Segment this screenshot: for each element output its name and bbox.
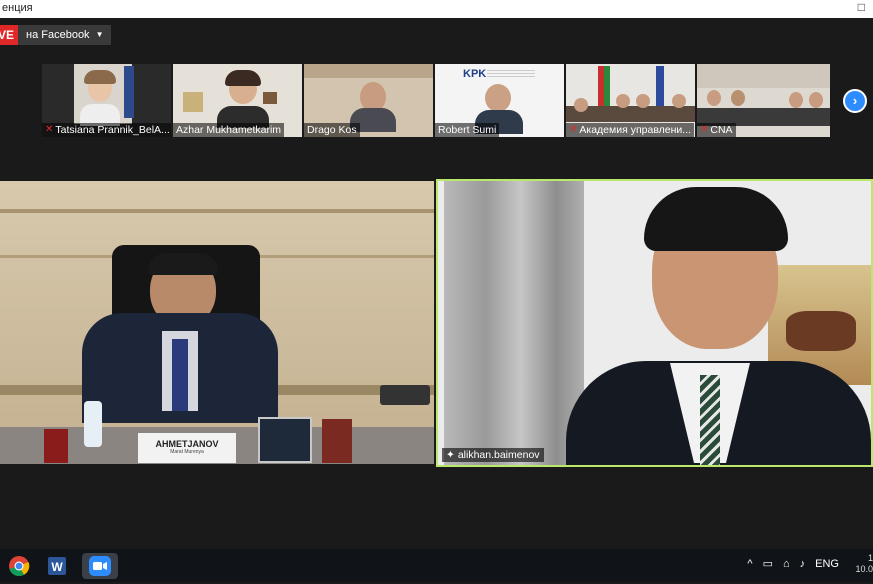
language-indicator[interactable]: ENG xyxy=(815,558,839,570)
taskbar: W ^ ▭ ⌂ ♪ ENG 1 10.0 xyxy=(0,549,873,582)
kpk-logo: KPK xyxy=(463,68,487,80)
maximize-button[interactable]: □ xyxy=(858,0,865,14)
svg-text:W: W xyxy=(51,560,63,574)
speaker-icon[interactable]: ♪ xyxy=(800,558,806,570)
chevron-down-icon: ▼ xyxy=(95,30,104,39)
participant-tile[interactable]: ✕ CNA xyxy=(697,64,830,137)
next-page-button[interactable]: › xyxy=(843,89,867,113)
speaker-name: alikhan.baimenov xyxy=(457,449,540,461)
participant-name-tag: ✕ CNA xyxy=(697,123,736,137)
video-tile-left[interactable]: AHMETJANOV Marat Murenya xyxy=(0,181,434,464)
live-platform-dropdown[interactable]: на Facebook ▼ xyxy=(18,25,112,45)
participant-name-tag: Azhar Mukhametkarim xyxy=(173,123,285,137)
participant-name-tag: ✕ Академия управлени... xyxy=(566,123,695,137)
mic-muted-icon: ✕ xyxy=(45,124,54,135)
window-titlebar: енция □ xyxy=(0,0,873,18)
live-platform-label: на Facebook xyxy=(26,29,90,41)
speaker-name-tag: ✦ alikhan.baimenov xyxy=(442,448,544,462)
clock[interactable]: 1 10.0 xyxy=(855,553,873,575)
system-tray: ^ ▭ ⌂ ♪ ENG xyxy=(747,557,867,571)
mic-muted-icon: ✕ xyxy=(700,124,709,135)
live-badge: LIVE xyxy=(0,25,18,45)
participant-name-tag: Robert Sumi xyxy=(435,123,500,137)
participant-name: Drago Kos xyxy=(307,124,357,136)
participant-name: Azhar Mukhametkarim xyxy=(176,124,282,136)
clock-date: 10.0 xyxy=(855,564,873,574)
mic-muted-icon: ✕ xyxy=(569,124,578,135)
participant-name: Tatsiana Prannik_BelA... xyxy=(55,124,170,136)
participant-name-tag: Drago Kos xyxy=(304,123,360,137)
chevron-up-icon[interactable]: ^ xyxy=(747,558,752,570)
network-icon[interactable]: ⌂ xyxy=(783,558,790,570)
chrome-icon[interactable] xyxy=(6,553,32,579)
clock-time: 1 xyxy=(867,553,873,563)
participant-tile[interactable]: Drago Kos xyxy=(304,64,433,137)
participant-name-tag: ✕ Tatsiana Prannik_BelA... xyxy=(42,123,171,137)
video-tile-active-speaker[interactable]: ✦ alikhan.baimenov xyxy=(436,179,873,467)
participant-name: Академия управлени... xyxy=(579,124,692,136)
word-icon[interactable]: W xyxy=(44,553,70,579)
nameplate-subtitle: Marat Murenya xyxy=(170,449,204,455)
live-stream-indicator[interactable]: LIVE на Facebook ▼ xyxy=(0,25,112,45)
participant-tile[interactable]: ✕ Tatsiana Prannik_BelA... xyxy=(42,64,171,137)
zoom-icon[interactable] xyxy=(82,553,118,579)
pin-icon: ✦ xyxy=(446,449,455,461)
participant-tile[interactable]: Azhar Mukhametkarim xyxy=(173,64,302,137)
participant-name: Robert Sumi xyxy=(438,124,497,136)
battery-icon[interactable]: ▭ xyxy=(763,557,773,570)
participant-tile[interactable]: ✕ Академия управлени... xyxy=(566,64,695,137)
window-title: енция xyxy=(2,2,33,14)
participant-tile[interactable]: KPK Robert Sumi xyxy=(435,64,564,137)
participant-name: CNA xyxy=(710,124,733,136)
nameplate-name: AHMETJANOV xyxy=(155,439,219,449)
